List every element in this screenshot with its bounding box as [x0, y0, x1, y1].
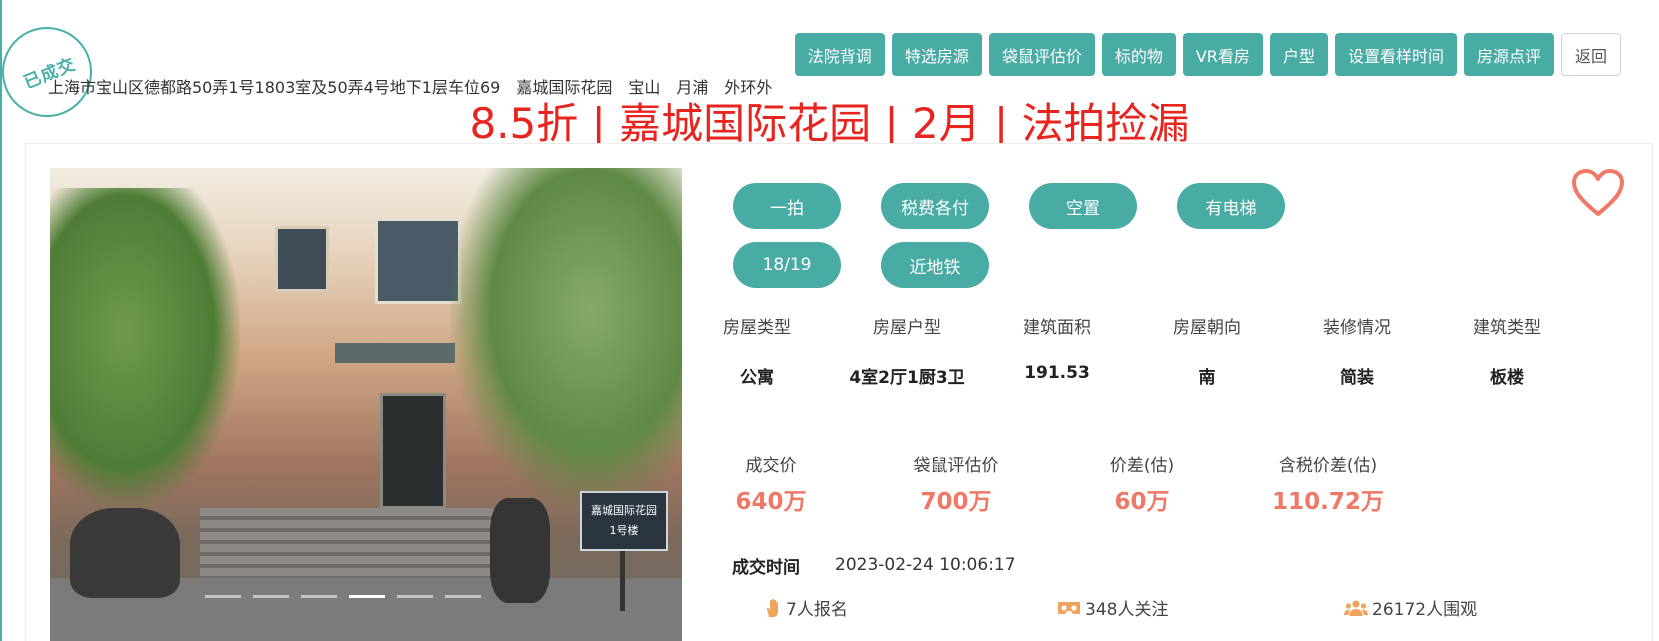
listing-page: 已成交 上海市宝山区德都路50弄1号1803室及50弄4号地下1层车位69 嘉城国…: [0, 0, 1659, 641]
carousel-dot[interactable]: [301, 595, 337, 598]
photo-steps: [200, 508, 500, 588]
tag-near-metro: 近地铁: [881, 242, 989, 288]
attr-value-building: 板楼: [1490, 368, 1524, 388]
viewers-text: 26172人围观: [1372, 600, 1478, 620]
attr-label-orientation: 房屋朝向: [1173, 318, 1241, 338]
price-label-valuation: 袋鼠评估价: [913, 456, 999, 476]
people-icon: [1344, 600, 1368, 616]
deal-time-value: 2023-02-24 10:06:17: [835, 555, 1016, 575]
listing-review-button[interactable]: 房源点评: [1463, 33, 1554, 76]
attr-label-area: 建筑面积: [1023, 318, 1091, 338]
price-value-gap: 60万: [1114, 489, 1170, 515]
featured-listings-button[interactable]: 特选房源: [891, 33, 982, 76]
price-value-valuation: 700万: [920, 489, 992, 515]
photo-canopy: [335, 343, 455, 363]
price-value-deal: 640万: [735, 489, 807, 515]
followers-stat: 348人关注: [1057, 595, 1168, 620]
signups-text: 7人报名: [786, 600, 848, 620]
photo-building-sign: 嘉城国际花园 1号楼: [580, 491, 668, 551]
hand-icon: [766, 598, 778, 617]
carousel-dot[interactable]: [253, 595, 289, 598]
attr-value-type: 公寓: [740, 368, 774, 388]
back-button[interactable]: 返回: [1560, 33, 1621, 76]
carousel-dot[interactable]: [205, 595, 241, 598]
photo-entrance: [380, 393, 446, 509]
floor-plan-button[interactable]: 户型: [1269, 33, 1328, 76]
court-check-button[interactable]: 法院背调: [794, 33, 885, 76]
attr-label-layout: 房屋户型: [873, 318, 941, 338]
carousel-dot[interactable]: [445, 595, 481, 598]
attr-label-building: 建筑类型: [1473, 318, 1541, 338]
photo-scooter: [70, 508, 180, 598]
photo-tree-left: [50, 188, 240, 508]
page-headline: 8.5折 | 嘉城国际花园 | 2月 | 法拍捡漏: [469, 99, 1190, 148]
sign-line-1: 嘉城国际花园: [591, 504, 657, 517]
valuation-button[interactable]: 袋鼠评估价: [988, 33, 1095, 76]
signups-stat: 7人报名: [764, 595, 848, 620]
photo-sign-post: [620, 551, 625, 611]
carousel-dot[interactable]: [349, 595, 385, 598]
price-value-gap-tax: 110.72万: [1272, 489, 1384, 515]
price-label-deal: 成交价: [745, 456, 797, 476]
tag-floor: 18/19: [733, 242, 841, 288]
photo-window: [375, 218, 461, 304]
tag-auction-round: 一拍: [733, 183, 841, 229]
subject-property-button[interactable]: 标的物: [1101, 33, 1176, 76]
carousel-dot[interactable]: [397, 595, 433, 598]
tag-vacant: 空置: [1029, 183, 1137, 229]
price-label-gap: 价差(估): [1109, 456, 1175, 476]
property-photo-carousel[interactable]: 嘉城国际花园 1号楼: [50, 168, 682, 641]
carousel-indicators: [205, 595, 481, 598]
attr-value-layout: 4室2厅1厨3卫: [849, 368, 965, 388]
price-label-gap-tax: 含税价差(估): [1278, 456, 1378, 476]
deal-time-label: 成交时间: [732, 558, 800, 578]
action-toolbar: 法院背调 特选房源 袋鼠评估价 标的物 VR看房 户型 设置看样时间 房源点评 …: [794, 33, 1621, 76]
vr-glasses-icon: [1058, 601, 1080, 614]
tag-tax: 税费各付: [881, 183, 989, 229]
viewers-stat: 26172人围观: [1344, 595, 1477, 620]
sign-line-2: 1号楼: [609, 524, 639, 537]
followers-text: 348人关注: [1085, 600, 1169, 620]
photo-window: [275, 226, 329, 292]
attr-value-decoration: 简装: [1340, 368, 1374, 388]
vr-tour-button[interactable]: VR看房: [1182, 33, 1263, 76]
tag-elevator: 有电梯: [1177, 183, 1285, 229]
photo-tree-right: [450, 168, 682, 508]
set-viewing-time-button[interactable]: 设置看样时间: [1334, 33, 1457, 76]
attr-label-decoration: 装修情况: [1323, 318, 1391, 338]
photo-scooter: [490, 498, 550, 603]
favorite-button[interactable]: [1571, 168, 1625, 218]
attr-value-orientation: 南: [1198, 368, 1216, 388]
heart-icon: [1572, 169, 1624, 216]
attr-label-type: 房屋类型: [723, 318, 791, 338]
attr-value-area: 191.53: [1024, 363, 1090, 383]
